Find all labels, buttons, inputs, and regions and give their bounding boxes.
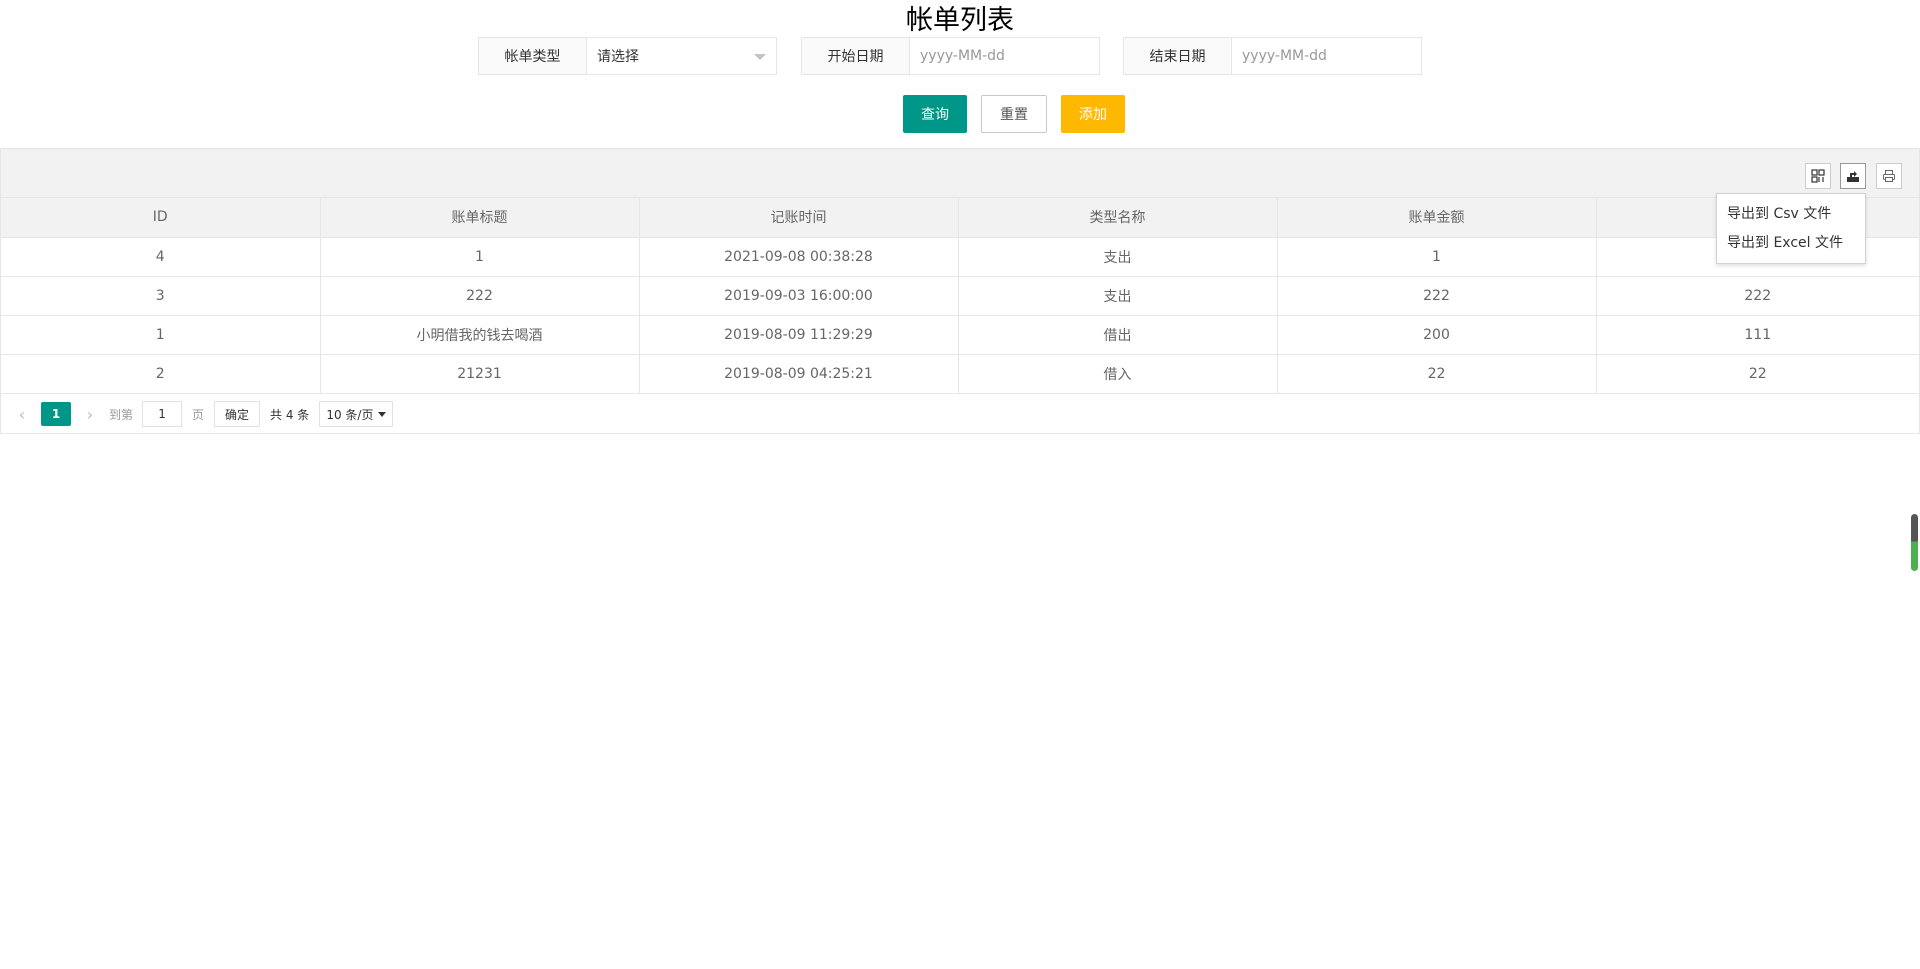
table-header-row: ID 账单标题 记账时间 类型名称 账单金额: [1, 198, 1919, 238]
skip-label: 到第: [109, 407, 134, 422]
pagination: ‹ 1 › 到第 页 确定 共 4 条 10 条/页: [1, 395, 1919, 433]
page-current[interactable]: 1: [41, 402, 71, 426]
cell-time: 2019-09-03 16:00:00: [639, 276, 959, 316]
page-unit-label: 页: [192, 407, 205, 422]
start-date-placeholder: yyyy-MM-dd: [920, 48, 1005, 64]
cell-type: 支出: [958, 276, 1278, 316]
cell-extra: 111: [1596, 315, 1919, 355]
cell-id: 3: [1, 276, 321, 316]
table-toolbar: [1, 149, 1919, 198]
export-csv-item[interactable]: 导出到 Csv 文件: [1717, 200, 1865, 229]
cell-amount: 22: [1277, 354, 1597, 394]
end-date-input[interactable]: yyyy-MM-dd: [1232, 38, 1421, 74]
table-row[interactable]: 3 222 2019-09-03 16:00:00 支出 222 222: [1, 276, 1919, 316]
cell-title: 21231: [320, 354, 640, 394]
start-date-filter: 开始日期 yyyy-MM-dd: [801, 37, 1100, 75]
bill-type-value: 请选择: [597, 49, 639, 65]
page-size-select[interactable]: 10 条/页: [319, 401, 394, 427]
cell-id: 2: [1, 354, 321, 394]
cell-extra: 22: [1596, 354, 1919, 394]
bill-table-container: ID 账单标题 记账时间 类型名称 账单金额 4 1 2021-09-08 00…: [0, 148, 1920, 434]
export-excel-item[interactable]: 导出到 Excel 文件: [1717, 229, 1865, 258]
cell-time: 2019-08-09 04:25:21: [639, 354, 959, 394]
cell-amount: 1: [1277, 237, 1597, 277]
cell-type: 支出: [958, 237, 1278, 277]
bill-type-select[interactable]: 请选择: [587, 38, 776, 74]
cell-type: 借出: [958, 315, 1278, 355]
column-header-type[interactable]: 类型名称: [958, 198, 1278, 238]
query-button[interactable]: 查询: [903, 95, 967, 133]
cell-time: 2019-08-09 11:29:29: [639, 315, 959, 355]
columns-icon[interactable]: [1805, 163, 1831, 189]
start-date-label: 开始日期: [802, 38, 910, 74]
bill-type-label: 帐单类型: [479, 38, 587, 74]
chevron-down-icon: [754, 54, 766, 60]
column-header-amount[interactable]: 账单金额: [1277, 198, 1597, 238]
go-page-button[interactable]: 确定: [214, 401, 261, 427]
add-button[interactable]: 添加: [1061, 95, 1125, 133]
column-header-id[interactable]: ID: [1, 198, 321, 238]
cell-amount: 200: [1277, 315, 1597, 355]
page-title: 帐单列表: [906, 5, 1014, 36]
bill-table: ID 账单标题 记账时间 类型名称 账单金额 4 1 2021-09-08 00…: [1, 198, 1919, 394]
cell-title: 222: [320, 276, 640, 316]
cell-extra: 222: [1596, 276, 1919, 316]
chevron-down-icon: [378, 412, 387, 417]
column-header-title[interactable]: 账单标题: [320, 198, 640, 238]
scroll-indicator[interactable]: [1911, 514, 1918, 571]
print-icon[interactable]: [1876, 163, 1902, 189]
total-count: 共 4 条: [270, 407, 310, 422]
export-menu: 导出到 Csv 文件 导出到 Excel 文件: [1716, 193, 1866, 264]
end-date-filter: 结束日期 yyyy-MM-dd: [1123, 37, 1422, 75]
reset-button[interactable]: 重置: [981, 95, 1047, 133]
cell-title: 1: [320, 237, 640, 277]
skip-page-input[interactable]: [142, 401, 183, 427]
table-row[interactable]: 1 小明借我的钱去喝酒 2019-08-09 11:29:29 借出 200 1…: [1, 315, 1919, 355]
table-row[interactable]: 2 21231 2019-08-09 04:25:21 借入 22 22: [1, 354, 1919, 394]
cell-type: 借入: [958, 354, 1278, 394]
bill-type-filter: 帐单类型 请选择: [478, 37, 777, 75]
start-date-input[interactable]: yyyy-MM-dd: [910, 38, 1099, 74]
end-date-placeholder: yyyy-MM-dd: [1242, 48, 1327, 64]
column-header-time[interactable]: 记账时间: [639, 198, 959, 238]
cell-amount: 222: [1277, 276, 1597, 316]
end-date-label: 结束日期: [1124, 38, 1232, 74]
cell-id: 1: [1, 315, 321, 355]
page-size-value: 10 条/页: [326, 407, 374, 422]
chevron-right-icon[interactable]: ›: [80, 402, 100, 426]
chevron-left-icon[interactable]: ‹: [12, 402, 32, 426]
cell-time: 2021-09-08 00:38:28: [639, 237, 959, 277]
cell-id: 4: [1, 237, 321, 277]
cell-title: 小明借我的钱去喝酒: [320, 315, 640, 355]
table-row[interactable]: 4 1 2021-09-08 00:38:28 支出 1: [1, 237, 1919, 277]
export-icon[interactable]: [1840, 163, 1866, 189]
